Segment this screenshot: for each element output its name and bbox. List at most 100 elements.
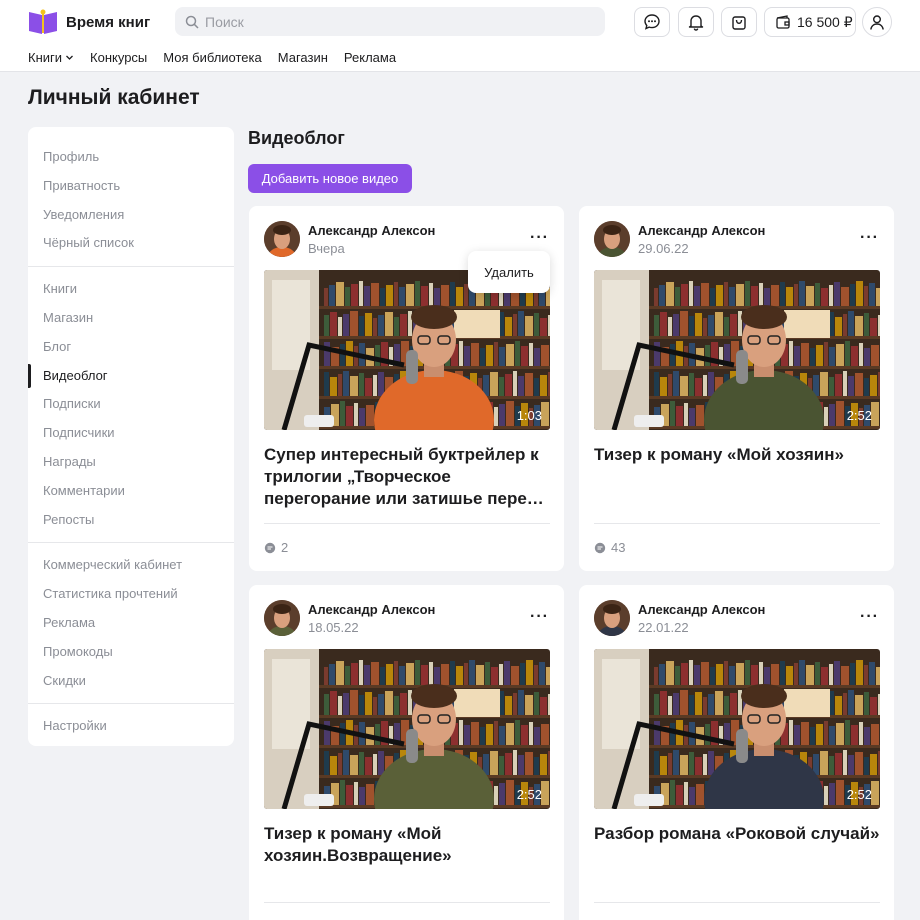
search-box[interactable] <box>175 7 605 36</box>
chevron-down-icon <box>66 55 73 60</box>
nav-item-ads[interactable]: Реклама <box>344 50 396 65</box>
video-duration: 2:52 <box>516 787 542 802</box>
video-thumbnail[interactable]: 2:52 <box>264 649 550 809</box>
logo[interactable]: Время книг <box>28 9 150 35</box>
user-icon <box>870 15 884 30</box>
app-name: Время книг <box>66 13 151 31</box>
sidebar-item[interactable]: Подписки <box>28 390 234 419</box>
more-options-icon[interactable]: ··· <box>530 229 549 247</box>
nav-item-shop[interactable]: Магазин <box>278 50 328 65</box>
sidebar-item[interactable]: Реклама <box>28 609 234 638</box>
video-thumbnail[interactable]: 2:52 <box>594 270 880 430</box>
video-title[interactable]: Тизер к роману «Мой хозяин» <box>594 444 880 466</box>
more-options-icon[interactable]: ··· <box>860 229 879 247</box>
sidebar: Профиль Приватность Уведомления Чёрный спис… <box>28 127 234 746</box>
notifications-button[interactable] <box>678 7 714 37</box>
author-name[interactable]: Александр Алексон <box>638 223 765 238</box>
book-logo-icon <box>29 9 57 34</box>
author-name[interactable]: Александр Алексон <box>308 223 435 238</box>
sidebar-item[interactable]: Настройки <box>28 712 234 741</box>
comments-count-value: 2 <box>281 540 289 555</box>
video-duration: 2:52 <box>846 787 872 802</box>
video-thumbnail[interactable]: 1:03 <box>264 270 550 430</box>
video-duration: 2:52 <box>846 408 872 423</box>
sidebar-item[interactable]: Видеоблог <box>28 362 234 391</box>
video-thumbnail-image <box>594 649 880 809</box>
card-header: Александр Алексон 22.01.22 <box>594 600 765 636</box>
video-title[interactable]: Супер интересный буктрейлер к трилогии „… <box>264 444 550 510</box>
video-duration: 1:03 <box>516 408 542 423</box>
wallet-icon <box>776 15 790 29</box>
sidebar-group: Настройки <box>28 712 234 749</box>
divider <box>264 523 550 524</box>
page-title: Личный кабинет <box>28 86 200 109</box>
add-video-button[interactable]: Добавить новое видео <box>248 164 412 193</box>
sidebar-item[interactable]: Репосты <box>28 506 234 535</box>
top-bar: Время книг 16 500 ₽ Книги Конкурсы Моя б… <box>0 0 920 72</box>
post-date: 18.05.22 <box>308 619 359 635</box>
sidebar-item[interactable]: Магазин <box>28 304 234 333</box>
video-thumbnail-image <box>264 270 550 430</box>
sidebar-group: Профиль Приватность Уведомления Чёрный спис… <box>28 143 234 268</box>
nav-item-my-library[interactable]: Моя библиотека <box>163 50 261 65</box>
more-options-icon[interactable]: ··· <box>860 608 879 626</box>
card-header: Александр Алексон 18.05.22 <box>264 600 435 636</box>
sidebar-group: Книги Магазин Блог Видеоблог Подписки Подписч… <box>28 275 234 544</box>
profile-button[interactable] <box>862 7 892 37</box>
divider <box>594 523 880 524</box>
comments-count-value: 43 <box>611 540 626 555</box>
sidebar-item[interactable]: Коммерческий кабинет <box>28 551 234 580</box>
post-date: Вчера <box>308 240 345 256</box>
section-title: Видеоблог <box>248 128 345 148</box>
avatar[interactable] <box>264 600 300 636</box>
comments-count[interactable]: 2 <box>264 540 288 555</box>
sidebar-item[interactable]: Подписчики <box>28 419 234 448</box>
wallet-button[interactable]: 16 500 ₽ <box>764 7 856 37</box>
sidebar-item[interactable]: Приватность <box>28 172 234 201</box>
bell-icon <box>688 15 704 31</box>
comment-icon <box>264 542 276 553</box>
video-title[interactable]: Разбор романа «Роковой случай» <box>594 823 880 845</box>
more-options-icon[interactable]: ··· <box>530 608 549 626</box>
sidebar-item[interactable]: Блог <box>28 333 234 362</box>
sidebar-item[interactable]: Профиль <box>28 143 234 172</box>
messages-button[interactable] <box>634 7 670 37</box>
video-card[interactable]: Александр Алексон 18.05.22 ··· 2:52 Тизе… <box>249 585 564 920</box>
video-card[interactable]: Александр Алексон 22.01.22 ··· 2:52 Разб… <box>579 585 894 920</box>
card-header: Александр Алексон Вчера <box>264 221 435 257</box>
video-thumbnail[interactable]: 2:52 <box>594 649 880 809</box>
wallet-balance: 16 500 ₽ <box>797 13 853 30</box>
search-icon <box>185 15 199 29</box>
video-title[interactable]: Тизер к роману «Мой хозяин.Возвращение» <box>264 823 550 867</box>
avatar[interactable] <box>264 221 300 257</box>
search-input[interactable] <box>205 13 585 30</box>
sidebar-item[interactable]: Промокоды <box>28 638 234 667</box>
sidebar-item[interactable]: Уведомления <box>28 201 234 230</box>
author-name[interactable]: Александр Алексон <box>638 602 765 617</box>
author-name[interactable]: Александр Алексон <box>308 602 435 617</box>
nav-item-label: Книги <box>28 50 63 65</box>
sidebar-group: Коммерческий кабинет Статистика прочтений… <box>28 551 234 705</box>
divider <box>264 902 550 903</box>
sidebar-item[interactable]: Награды <box>28 448 234 477</box>
sidebar-item[interactable]: Чёрный список <box>28 229 234 258</box>
delete-popover-item[interactable]: Удалить <box>468 251 550 293</box>
post-date: 29.06.22 <box>638 240 689 256</box>
avatar[interactable] <box>594 600 630 636</box>
nav-item-books[interactable]: Книги <box>28 50 74 65</box>
comments-count[interactable]: 43 <box>594 540 625 555</box>
sidebar-item[interactable]: Книги <box>28 275 234 304</box>
card-header: Александр Алексон 29.06.22 <box>594 221 765 257</box>
cart-button[interactable] <box>721 7 757 37</box>
video-card[interactable]: Александр Алексон 29.06.22 ··· 2:52 Тизе… <box>579 206 894 571</box>
sidebar-item[interactable]: Комментарии <box>28 477 234 506</box>
comment-icon <box>594 542 606 553</box>
avatar[interactable] <box>594 221 630 257</box>
main-nav: Книги Конкурсы Моя библиотека Магазин Ре… <box>28 50 396 65</box>
video-thumbnail-image <box>264 649 550 809</box>
shopping-bag-icon <box>732 16 746 30</box>
video-thumbnail-image <box>594 270 880 430</box>
nav-item-contests[interactable]: Конкурсы <box>90 50 147 65</box>
sidebar-item[interactable]: Статистика прочтений <box>28 580 234 609</box>
sidebar-item[interactable]: Скидки <box>28 667 234 696</box>
